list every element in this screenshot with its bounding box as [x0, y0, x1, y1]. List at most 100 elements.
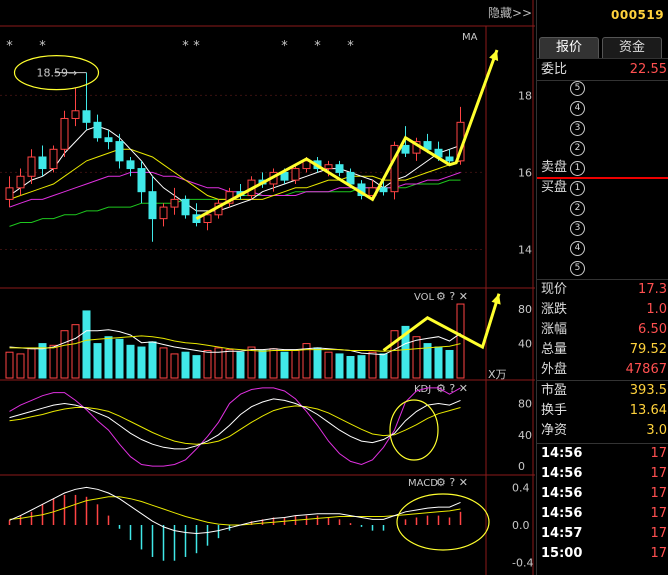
star-marker: * — [347, 39, 354, 54]
volume-bar — [170, 353, 179, 379]
candle-body — [104, 137, 113, 143]
candle-body — [401, 144, 410, 154]
volume-bar — [324, 351, 333, 379]
tick-row: 14:56 17 — [541, 444, 668, 464]
sell-level-1: 卖盘 1 — [537, 158, 668, 178]
volume-bar — [104, 336, 113, 379]
quote-panel: 000519 报价 资金 委比 22.55 5 4 3 2 卖盘 1 买盘 1 … — [536, 0, 668, 575]
volume-bar — [445, 349, 454, 379]
ma-label: MA — [462, 32, 478, 43]
tick-time: 14:56 — [541, 486, 583, 501]
high-annotation-label: 18.59→ — [37, 67, 78, 80]
tab-quote[interactable]: 报价 — [539, 37, 599, 59]
candle-body — [93, 121, 102, 139]
weibi-row: 委比 22.55 — [541, 60, 668, 80]
level-badge: 2 — [570, 201, 585, 216]
volume-bar — [203, 349, 212, 379]
volume-bar — [335, 353, 344, 379]
stat-label: 总量 — [541, 342, 568, 357]
candle-body — [27, 156, 36, 177]
level-badge: 4 — [570, 241, 585, 256]
macd-axis-label: 0.0 — [512, 519, 530, 532]
volume-bar — [357, 355, 366, 379]
volume-bar — [82, 310, 91, 379]
quote-tabs: 报价 资金 — [539, 37, 662, 59]
volume-bar — [368, 351, 377, 379]
hide-panel-button[interactable]: 隐藏>> — [488, 4, 532, 21]
volume-bar — [5, 351, 14, 379]
stat-value: 6.50 — [638, 322, 667, 337]
candle-body — [82, 110, 91, 123]
volume-bar — [434, 346, 443, 379]
candle-body — [324, 164, 333, 170]
macd-label: MACD — [408, 478, 438, 489]
candle-body — [181, 198, 190, 216]
kline-chart[interactable]: 18 16 14 MA * * * * * * * 18.59→ VOL ⚙ ? ✕ 80 40 X万 KDJ ⚙ … — [0, 0, 535, 575]
stat-label: 涨幅 — [541, 322, 568, 337]
sell-label: 卖盘 — [541, 160, 568, 175]
candle-body — [159, 206, 168, 220]
volume-bar — [60, 330, 69, 379]
volume-bar — [346, 356, 355, 379]
vol-controls: ⚙ ? ✕ — [436, 290, 468, 303]
stat-label: 净资 — [541, 423, 568, 438]
macd-controls: ⚙ ? ✕ — [436, 476, 468, 489]
stat-value: 79.52 — [629, 342, 667, 357]
level-badge: 2 — [570, 141, 585, 156]
candle-body — [170, 198, 179, 208]
candle-body — [38, 156, 47, 170]
volume-bar — [456, 303, 465, 379]
volume-bar — [148, 341, 157, 379]
volume-bar — [313, 347, 322, 379]
tick-price: 17 — [650, 486, 667, 501]
stat-row-volume: 总量 79.52 — [541, 340, 668, 360]
tick-price: 17 — [650, 546, 667, 561]
stat-label: 涨跌 — [541, 302, 568, 317]
level-badge: 1 — [570, 161, 585, 176]
vol-axis-label: 80 — [518, 303, 532, 316]
kline-chart-svg[interactable]: 181614MA* * * * * * *18.59→VOL ⚙ ? ✕8040X万KDJ ⚙ … — [0, 0, 535, 575]
candle-body — [346, 171, 355, 185]
star-marker: * — [39, 39, 46, 54]
buy-level-4: 4 — [537, 238, 668, 258]
candle-body — [60, 117, 69, 150]
tick-price: 17 — [650, 446, 667, 461]
candle-body — [115, 141, 124, 162]
buy-label: 买盘 — [541, 180, 568, 195]
level-badge: 3 — [570, 121, 585, 136]
candle-body — [126, 160, 135, 170]
star-marker: * — [314, 39, 321, 54]
candle-body — [203, 214, 212, 223]
volume-bar — [137, 346, 146, 379]
volume-bar — [258, 349, 267, 379]
volume-bar — [115, 338, 124, 379]
volume-bar — [291, 349, 300, 379]
tick-time: 14:56 — [541, 446, 583, 461]
kdj-axis-label: 0 — [518, 460, 525, 473]
stat-row-price: 现价 17.3 — [541, 280, 668, 300]
candle-body — [71, 110, 80, 119]
level-badge: 5 — [570, 81, 585, 96]
tick-time: 14:56 — [541, 466, 583, 481]
volume-bar — [71, 324, 80, 379]
candle-body — [291, 168, 300, 181]
vol-axis-label: 40 — [518, 338, 532, 351]
volume-bar — [16, 353, 25, 379]
stat-value: 17.3 — [638, 282, 667, 297]
star-marker: * — [182, 39, 189, 54]
kdj-axis-label: 40 — [518, 429, 532, 442]
stat-value: 13.64 — [629, 403, 667, 418]
tick-price: 17 — [650, 526, 667, 541]
weibi-label: 委比 — [541, 62, 568, 77]
volume-bar — [423, 343, 432, 379]
sell-level-2: 2 — [537, 138, 668, 158]
volume-bar — [181, 351, 190, 379]
stock-code: 000519 — [611, 8, 665, 22]
candle-body — [49, 148, 58, 170]
volume-bar — [236, 351, 245, 379]
volume-bar — [379, 353, 388, 379]
tab-funds[interactable]: 资金 — [602, 37, 662, 59]
price-axis-label: 16 — [518, 166, 532, 179]
stat-row-change: 涨跌 1.0 — [541, 300, 668, 320]
vol-unit-label: X万 — [488, 368, 507, 381]
